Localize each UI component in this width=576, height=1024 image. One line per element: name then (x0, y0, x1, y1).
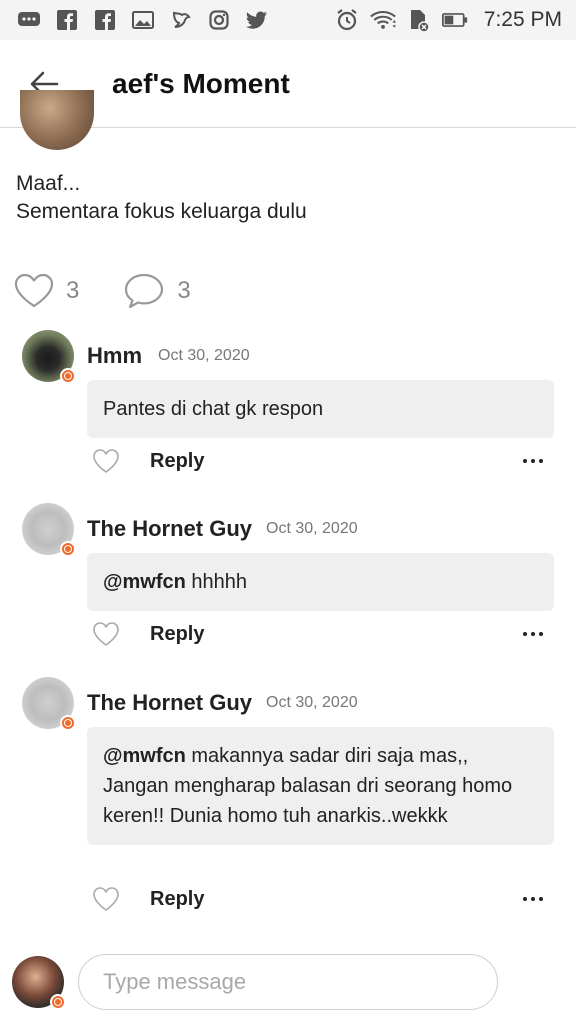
comment-date: Oct 30, 2020 (158, 347, 250, 364)
commenter-avatar[interactable] (22, 330, 76, 384)
heart-icon[interactable] (92, 886, 120, 912)
my-avatar[interactable] (12, 956, 66, 1010)
reply-button[interactable]: Reply (150, 888, 204, 911)
message-input[interactable] (78, 954, 498, 1010)
post-comment-button[interactable]: 3 (123, 272, 191, 310)
comment-text: Pantes di chat gk respon (103, 398, 324, 420)
badge-icon (60, 715, 76, 731)
comment-count: 3 (177, 277, 191, 304)
badge-icon (50, 994, 66, 1010)
bird-icon (168, 9, 194, 31)
reply-button[interactable]: Reply (150, 450, 204, 473)
post-text-line: Sementara fokus keluarga dulu (16, 200, 307, 223)
twitter-icon (244, 9, 270, 31)
heart-icon[interactable] (92, 448, 120, 474)
page-title: aef's Moment (112, 67, 290, 99)
facebook-icon (54, 9, 80, 31)
alarm-icon (334, 9, 360, 31)
heart-icon[interactable] (92, 621, 120, 647)
message-composer (0, 946, 576, 1024)
wifi-icon (369, 9, 396, 31)
commenter-name[interactable]: The Hornet Guy (87, 690, 252, 716)
reply-button[interactable]: Reply (150, 623, 204, 646)
facebook-icon (92, 9, 118, 31)
commenter-avatar[interactable] (22, 503, 76, 557)
comment-date: Oct 30, 2020 (266, 520, 358, 537)
message-icon (16, 9, 42, 31)
more-options-button[interactable] (518, 889, 548, 909)
notification-icons (16, 9, 270, 31)
comment-bubble: @mwfcn hhhhh (87, 553, 554, 611)
more-options-button[interactable] (518, 624, 548, 644)
mention-link[interactable]: @mwfcn (103, 571, 186, 593)
comment-bubble: @mwfcn makannya sadar diri saja mas,, Ja… (87, 727, 554, 845)
comment-bubble: Pantes di chat gk respon (87, 380, 554, 438)
mention-link[interactable]: @mwfcn (103, 745, 186, 767)
post-text-line: Maaf... (16, 172, 81, 195)
gallery-icon (130, 9, 156, 31)
post-actions: 3 3 (14, 272, 191, 310)
battery-icon (441, 9, 468, 31)
post-author-avatar[interactable] (20, 90, 94, 150)
more-options-button[interactable] (518, 451, 548, 471)
commenter-name[interactable]: The Hornet Guy (87, 516, 252, 542)
instagram-icon (206, 9, 232, 31)
comment-icon (125, 273, 164, 309)
status-bar: 7:25 PM (0, 0, 576, 40)
post-text: Maaf... Sementara fokus keluarga dulu (16, 170, 556, 226)
badge-icon (60, 368, 76, 384)
commenter-avatar[interactable] (22, 677, 76, 731)
sim-card-icon (406, 9, 432, 32)
system-icons: 7:25 PM (334, 8, 562, 32)
clock-time: 7:25 PM (483, 8, 562, 31)
comment-text: hhhhh (185, 571, 248, 593)
comment-date: Oct 30, 2020 (266, 694, 358, 711)
commenter-name[interactable]: Hmm (87, 343, 142, 369)
like-count: 3 (66, 277, 80, 304)
heart-icon (14, 273, 54, 308)
badge-icon (60, 541, 76, 557)
post-like-button[interactable]: 3 (14, 273, 79, 309)
